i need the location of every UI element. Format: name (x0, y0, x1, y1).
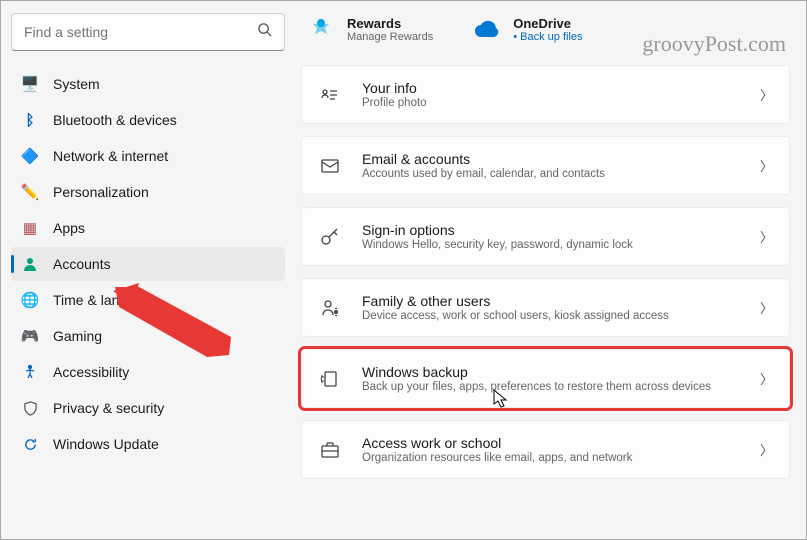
sidebar-item-privacy[interactable]: Privacy & security (11, 391, 285, 425)
rewards-card[interactable]: Rewards Manage Rewards (307, 15, 433, 43)
chevron-right-icon: 〉 (760, 298, 773, 317)
card-sub: Organization resources like email, apps,… (362, 452, 740, 464)
sidebar-item-label: Bluetooth & devices (53, 112, 177, 128)
rewards-icon (307, 15, 335, 43)
card-sub: Accounts used by email, calendar, and co… (362, 168, 740, 180)
backup-icon (318, 367, 342, 391)
card-title: Windows backup (362, 364, 740, 380)
family-icon (318, 296, 342, 320)
sidebar-item-time-language[interactable]: 🌐 Time & language (11, 283, 285, 317)
sidebar-item-label: Accounts (53, 256, 111, 272)
sidebar-item-accessibility[interactable]: Accessibility (11, 355, 285, 389)
card-windows-backup[interactable]: Windows backup Back up your files, apps,… (301, 349, 790, 408)
sidebar-item-label: Time & language (53, 292, 158, 308)
card-title: Your info (362, 80, 740, 96)
sidebar-item-label: Privacy & security (53, 400, 164, 416)
card-title: Sign-in options (362, 222, 740, 238)
sidebar-item-accounts[interactable]: Accounts (11, 247, 285, 281)
sidebar-item-windows-update[interactable]: Windows Update (11, 427, 285, 461)
briefcase-icon (318, 438, 342, 462)
chevron-right-icon: 〉 (760, 85, 773, 104)
sidebar: 🖥️ System ᛒ Bluetooth & devices 🔷 Networ… (1, 1, 291, 539)
sidebar-item-system[interactable]: 🖥️ System (11, 67, 285, 101)
sidebar-item-label: Accessibility (53, 364, 129, 380)
chevron-right-icon: 〉 (760, 369, 773, 388)
search-icon (257, 22, 272, 42)
onedrive-sub[interactable]: Back up files (513, 31, 582, 43)
sidebar-item-label: Gaming (53, 328, 102, 344)
globe-icon: 🌐 (21, 291, 39, 309)
sidebar-item-label: Apps (53, 220, 85, 236)
main-content: Rewards Manage Rewards OneDrive Back up … (291, 1, 806, 539)
person-icon (21, 255, 39, 273)
sidebar-item-label: Network & internet (53, 148, 168, 164)
bluetooth-icon: ᛒ (21, 111, 39, 129)
card-title: Family & other users (362, 293, 740, 309)
shield-icon (21, 399, 39, 417)
card-title: Access work or school (362, 435, 740, 451)
card-signin-options[interactable]: Sign-in options Windows Hello, security … (301, 207, 790, 266)
sidebar-item-network[interactable]: 🔷 Network & internet (11, 139, 285, 173)
network-icon: 🔷 (21, 147, 39, 165)
update-icon (21, 435, 39, 453)
sidebar-item-personalization[interactable]: ✏️ Personalization (11, 175, 285, 209)
onedrive-icon (473, 15, 501, 43)
rewards-sub: Manage Rewards (347, 31, 433, 43)
card-title: Email & accounts (362, 151, 740, 167)
sidebar-item-label: Personalization (53, 184, 149, 200)
card-work-school[interactable]: Access work or school Organization resou… (301, 420, 790, 479)
chevron-right-icon: 〉 (760, 440, 773, 459)
gamepad-icon: 🎮 (21, 327, 39, 345)
accessibility-icon (21, 363, 39, 381)
top-cards: Rewards Manage Rewards OneDrive Back up … (301, 13, 790, 53)
key-icon (318, 225, 342, 249)
search-box[interactable] (11, 13, 285, 51)
search-input[interactable] (24, 24, 257, 40)
display-icon: 🖥️ (21, 75, 39, 93)
chevron-right-icon: 〉 (760, 156, 773, 175)
apps-icon: ▦ (21, 219, 39, 237)
mail-icon (318, 154, 342, 178)
sidebar-item-bluetooth[interactable]: ᛒ Bluetooth & devices (11, 103, 285, 137)
id-icon (318, 83, 342, 107)
card-sub: Profile photo (362, 97, 740, 109)
rewards-title: Rewards (347, 16, 433, 31)
card-your-info[interactable]: Your info Profile photo 〉 (301, 65, 790, 124)
sidebar-item-label: System (53, 76, 100, 92)
sidebar-item-gaming[interactable]: 🎮 Gaming (11, 319, 285, 353)
card-email-accounts[interactable]: Email & accounts Accounts used by email,… (301, 136, 790, 195)
card-sub: Device access, work or school users, kio… (362, 310, 740, 322)
card-family-users[interactable]: Family & other users Device access, work… (301, 278, 790, 337)
chevron-right-icon: 〉 (760, 227, 773, 246)
onedrive-title: OneDrive (513, 16, 582, 31)
sidebar-item-label: Windows Update (53, 436, 159, 452)
onedrive-card[interactable]: OneDrive Back up files (473, 15, 582, 43)
sidebar-item-apps[interactable]: ▦ Apps (11, 211, 285, 245)
brush-icon: ✏️ (21, 183, 39, 201)
card-sub: Back up your files, apps, preferences to… (362, 381, 740, 393)
card-sub: Windows Hello, security key, password, d… (362, 239, 740, 251)
